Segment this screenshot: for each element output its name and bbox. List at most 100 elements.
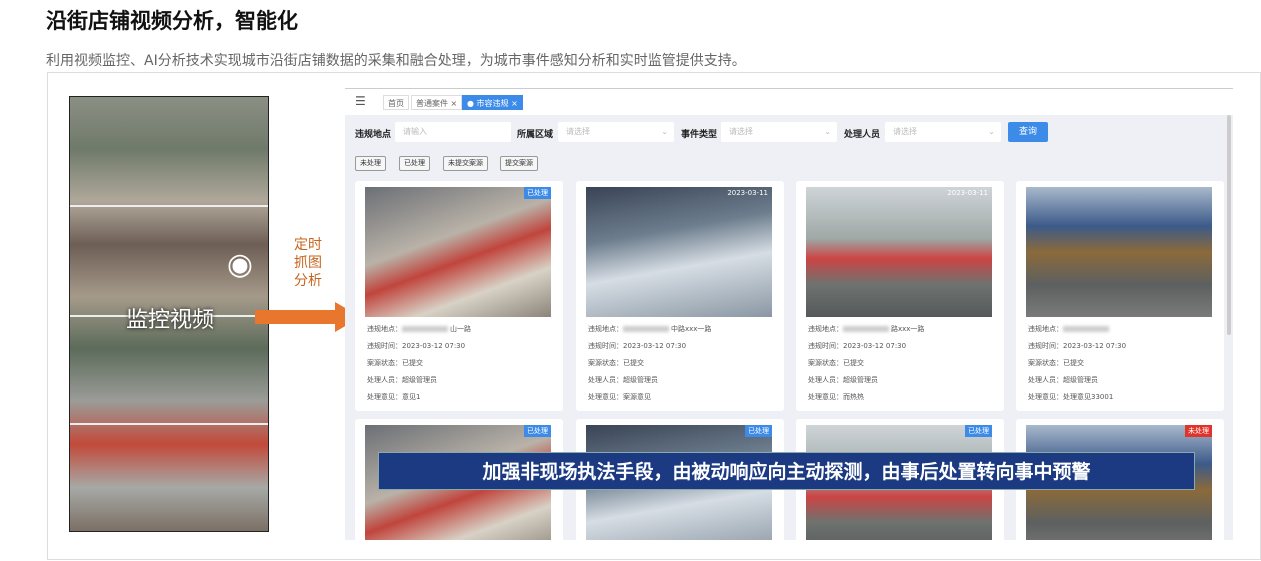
chip-unprocessed[interactable]: 未处理: [355, 156, 386, 171]
filter-bar: 违规地点 请输入 所属区域 请选择 ⌄ 事件类型 请选择 ⌄ 处理人员 请选择 ⌄ 查…: [345, 115, 1233, 177]
field-label: 违规地点：: [367, 325, 402, 333]
chevron-down-icon: ⌄: [824, 127, 831, 136]
arrow-label: 定时抓图分析: [294, 237, 322, 289]
redacted-text: [402, 326, 448, 332]
chip-processed[interactable]: 已处理: [399, 156, 430, 171]
field-value: 已提交: [623, 359, 644, 367]
field-label: 违规时间：: [808, 342, 843, 350]
field-value: 超级管理员: [1063, 376, 1098, 384]
tab-bar: ☰ 首页 普通案件 × ● 市容违规 ×: [345, 89, 1233, 115]
location-input[interactable]: 请输入: [395, 122, 511, 142]
card-field-handler: 处理人员：超级管理员: [367, 375, 437, 385]
case-snapshot-image: [1026, 187, 1212, 317]
case-card[interactable]: 已处理违规地点： 山一路违规时间：2023-03-12 07:30 案源状态：已提交…: [355, 181, 563, 411]
case-card[interactable]: 违规地点： 违规时间：2023-03-12 07:30 案源状态：已提交 处理人员：超…: [1016, 181, 1224, 411]
surveillance-video-image: ◉ 监控视频: [69, 96, 269, 532]
case-snapshot-image: 已处理: [365, 187, 551, 317]
handler-label: 处理人员: [844, 130, 881, 140]
card-field-location: 违规地点： 路xxx一路: [808, 324, 924, 334]
page-title: 沿街店铺视频分析，智能化: [46, 9, 298, 33]
card-field-opinion: 处理意见：案源意见: [588, 392, 651, 402]
field-value: 而热热: [843, 393, 864, 401]
card-field-status: 案源状态：已提交: [367, 358, 423, 368]
field-label: 案源状态：: [367, 359, 402, 367]
field-value: 超级管理员: [402, 376, 437, 384]
field-value: 2023-03-12 07:30: [1063, 342, 1127, 350]
field-label: 处理意见：: [367, 393, 402, 401]
type-select[interactable]: 请选择 ⌄: [721, 122, 837, 142]
location-label: 违规地点: [355, 130, 392, 140]
field-value: 超级管理员: [623, 376, 658, 384]
card-field-handler: 处理人员：超级管理员: [588, 375, 658, 385]
field-label: 处理人员：: [808, 376, 843, 384]
field-value: 2023-03-12 07:30: [843, 342, 907, 350]
banner: 加强非现场执法手段，由被动响应向主动探测，由事后处置转向事中预警: [378, 452, 1195, 490]
image-timestamp: 2023-03-11: [947, 189, 988, 197]
card-field-location: 违规地点：: [1028, 324, 1111, 334]
status-badge: 已处理: [524, 187, 551, 199]
status-badge: 已处理: [965, 425, 992, 437]
field-value: 意见1: [402, 393, 421, 401]
field-label: 违规地点：: [1028, 325, 1063, 333]
camera-icon: ◉: [226, 247, 254, 282]
field-label: 违规地点：: [808, 325, 843, 333]
page-subtitle: 利用视频监控、AI分析技术实现城市沿街店铺数据的采集和融合处理，为城市事件感知分…: [46, 53, 746, 69]
tab-city-violation[interactable]: ● 市容违规 ×: [462, 95, 523, 110]
card-field-location: 违规地点： 中路xxx一路: [588, 324, 711, 334]
field-label: 案源状态：: [588, 359, 623, 367]
card-field-location: 违规地点： 山一路: [367, 324, 471, 334]
case-card[interactable]: 2023-03-11 违规地点： 路xxx一路违规时间：2023-03-12 07:…: [796, 181, 1004, 411]
area-label: 所属区域: [517, 130, 554, 140]
field-value: 山一路: [450, 325, 471, 333]
card-field-status: 案源状态：已提交: [1028, 358, 1084, 368]
field-label: 处理人员：: [367, 376, 402, 384]
menu-fold-icon[interactable]: ☰: [355, 94, 366, 108]
tab-home[interactable]: 首页: [383, 95, 409, 110]
field-label: 案源状态：: [808, 359, 843, 367]
case-snapshot-image: 2023-03-11: [586, 187, 772, 317]
field-label: 处理人员：: [1028, 376, 1063, 384]
chevron-down-icon: ⌄: [988, 127, 995, 136]
redacted-text: [843, 326, 889, 332]
status-badge: 已处理: [745, 425, 772, 437]
card-field-opinion: 处理意见：而热热: [808, 392, 864, 402]
chip-unsubmitted[interactable]: 未提交案源: [443, 156, 488, 171]
field-label: 处理意见：: [588, 393, 623, 401]
field-label: 案源状态：: [1028, 359, 1063, 367]
card-field-time: 违规时间：2023-03-12 07:30: [808, 341, 906, 351]
scrollbar[interactable]: [1227, 115, 1231, 335]
status-badge: 未处理: [1185, 425, 1212, 437]
card-field-opinion: 处理意见：意见1: [367, 392, 420, 402]
case-snapshot-image: 2023-03-11: [806, 187, 992, 317]
field-value: 超级管理员: [843, 376, 878, 384]
status-badge: 已处理: [524, 425, 551, 437]
card-field-time: 违规时间：2023-03-12 07:30: [367, 341, 465, 351]
video-label: 监控视频: [125, 308, 214, 333]
field-value: 路xxx一路: [891, 325, 925, 333]
field-label: 违规时间：: [367, 342, 402, 350]
case-card[interactable]: 2023-03-11 违规地点： 中路xxx一路 违规时间：2023-03-12 07…: [576, 181, 784, 411]
field-label: 违规地点：: [588, 325, 623, 333]
field-value: 处理意见33001: [1063, 393, 1114, 401]
field-value: 已提交: [843, 359, 864, 367]
area-select[interactable]: 请选择 ⌄: [558, 122, 674, 142]
field-label: 处理意见：: [1028, 393, 1063, 401]
card-field-status: 案源状态：已提交: [808, 358, 864, 368]
card-field-handler: 处理人员：超级管理员: [808, 375, 878, 385]
type-label: 事件类型: [681, 130, 718, 140]
handler-select[interactable]: 请选择 ⌄: [885, 122, 1001, 142]
field-value: 案源意见: [623, 393, 651, 401]
field-label: 处理人员：: [588, 376, 623, 384]
card-field-status: 案源状态：已提交: [588, 358, 644, 368]
query-button[interactable]: 查询: [1008, 122, 1048, 142]
redacted-text: [623, 326, 669, 332]
chevron-down-icon: ⌄: [661, 127, 668, 136]
field-value: 2023-03-12 07:30: [402, 342, 466, 350]
field-label: 违规时间：: [588, 342, 623, 350]
tab-normal-cases[interactable]: 普通案件 ×: [411, 95, 463, 110]
field-value: 2023-03-12 07:30: [623, 342, 687, 350]
field-value: 已提交: [1063, 359, 1084, 367]
redacted-text: [1063, 326, 1109, 332]
chip-submitted[interactable]: 提交案源: [500, 156, 538, 171]
card-field-opinion: 处理意见：处理意见33001: [1028, 392, 1113, 402]
